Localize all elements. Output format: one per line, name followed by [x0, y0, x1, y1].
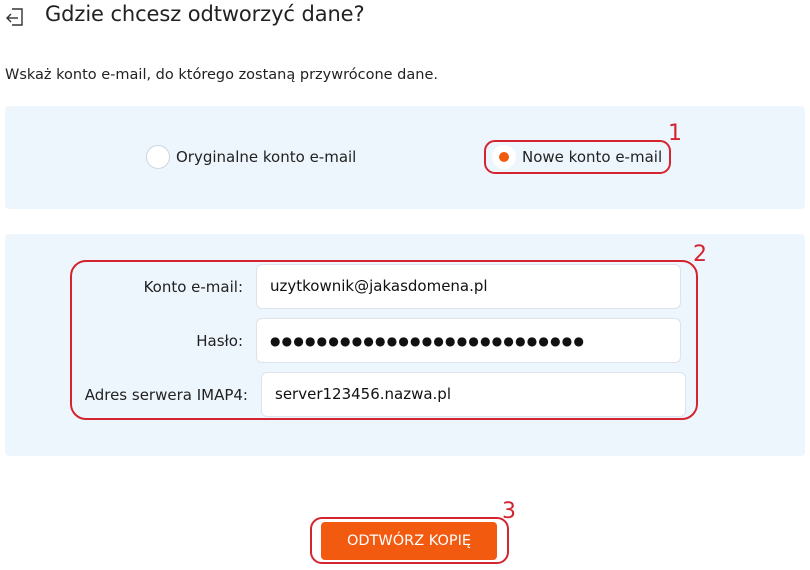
radio-button-checked[interactable] — [492, 145, 516, 169]
restore-destination-page: Gdzie chcesz odtworzyć dane? Wskaż konto… — [0, 0, 810, 570]
destination-choice-panel — [5, 106, 805, 209]
radio-button-unchecked[interactable] — [146, 145, 170, 169]
password-field[interactable]: ●●●●●●●●●●●●●●●●●●●●●●●●●●● — [256, 318, 681, 363]
page-title: Gdzie chcesz odtworzyć dane? — [45, 2, 365, 26]
annotation-number-2: 2 — [693, 242, 707, 267]
radio-new-label: Nowe konto e-mail — [522, 148, 663, 166]
imap-server-field[interactable]: server123456.nazwa.pl — [261, 372, 686, 417]
password-mask: ●●●●●●●●●●●●●●●●●●●●●●●●●●● — [270, 334, 586, 348]
instruction-text: Wskaż konto e-mail, do którego zostaną p… — [5, 67, 438, 83]
email-field[interactable]: uzytkownik@jakasdomena.pl — [256, 264, 681, 309]
annotation-number-3: 3 — [502, 499, 516, 524]
radio-new-account[interactable]: Nowe konto e-mail — [492, 143, 662, 171]
annotation-number-1: 1 — [668, 121, 682, 146]
imap-server-label: Adres serwera IMAP4: — [84, 386, 248, 404]
radio-original-account[interactable]: Oryginalne konto e-mail — [146, 143, 356, 171]
email-label: Konto e-mail: — [143, 278, 243, 296]
restore-arrow-icon — [6, 8, 23, 26]
password-label: Hasło: — [196, 332, 243, 350]
radio-original-label: Oryginalne konto e-mail — [176, 148, 357, 166]
restore-backup-button[interactable]: ODTWÓRZ KOPIĘ — [321, 522, 497, 560]
